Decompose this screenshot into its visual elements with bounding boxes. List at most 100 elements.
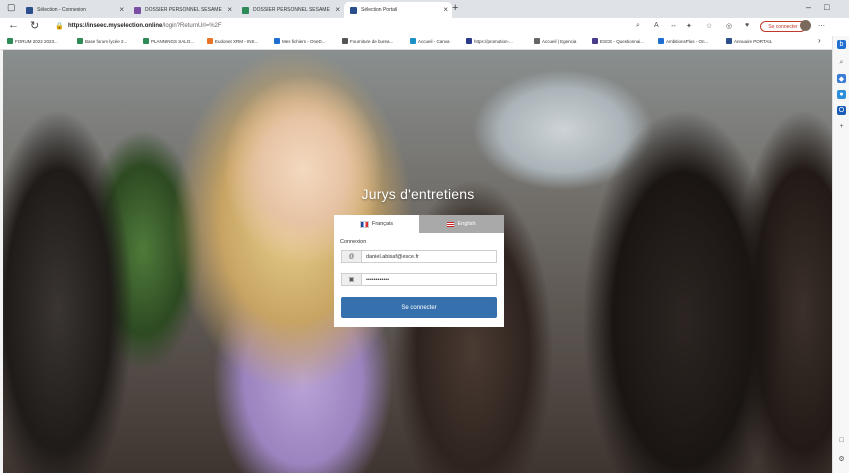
workspaces-icon[interactable]: ▢ [7, 2, 16, 13]
password-field-group: ▣ [341, 273, 497, 286]
restore-icon[interactable]: □ [824, 2, 829, 12]
bookmark-item[interactable]: Base forum lycée 2... [77, 38, 127, 44]
search-icon[interactable]: ⌕ [837, 58, 846, 67]
performance-icon[interactable]: ♥ [745, 22, 749, 29]
tab-selection-portail[interactable]: Sélection Portail × [344, 2, 452, 18]
translate-icon[interactable]: ↔ [670, 22, 677, 29]
copilot-icon[interactable]: b [837, 40, 846, 49]
bookmark-label: PLANNINGS SALO... [151, 38, 195, 44]
outlook-icon[interactable]: O [837, 106, 846, 115]
bookmark-label: Mes fichiers - OneD... [282, 38, 326, 44]
bookmark-label: Base forum lycée 2... [85, 38, 128, 44]
favicon-icon [26, 6, 33, 14]
bookmark-item[interactable]: ESCE - Questionnai... [592, 38, 644, 44]
favorites-icon[interactable]: ☆ [706, 22, 712, 30]
bookmark-item[interactable]: FORUM 2022 2023... [7, 38, 58, 44]
at-icon: @ [342, 251, 362, 262]
lock-icon: ▣ [342, 274, 362, 285]
tools-icon[interactable]: ● [837, 90, 846, 99]
bookmark-label: Accueil | Egencia [542, 38, 577, 44]
search-icon[interactable]: ⌕ [636, 22, 640, 30]
bookmark-icon [77, 38, 83, 44]
url-host: https://inseec.myselection.online [68, 23, 163, 29]
tab-label: Sélection Portail [361, 7, 398, 13]
tab-label: Sélection - Connexion [37, 7, 86, 13]
close-icon[interactable]: × [227, 5, 232, 14]
bookmark-label: AmbitionsPlus - On... [666, 38, 709, 44]
collections-icon[interactable]: ◎ [726, 22, 732, 30]
bookmark-label: FORUM 2022 2023... [15, 38, 58, 44]
favicon-icon [242, 6, 249, 14]
refresh-icon[interactable]: ↻ [30, 19, 39, 32]
tab-english-label: English [457, 221, 476, 227]
bookmark-item[interactable]: Eudonet XRM - INS... [207, 38, 258, 44]
bookmark-item[interactable]: PLANNINGS SALO... [143, 38, 194, 44]
tab-dossier-personnel-2[interactable]: DOSSIER PERSONNEL SESAME × [236, 2, 344, 18]
bookmark-icon [466, 38, 472, 44]
tab-francais[interactable]: Français [334, 215, 419, 233]
address-bar: ← ↻ 🔒 https://inseec.myselection.online/… [0, 18, 849, 36]
tab-dossier-personnel-1[interactable]: DOSSIER PERSONNEL SESAME × [128, 2, 236, 18]
email-field[interactable] [362, 251, 496, 262]
tab-selection-connexion[interactable]: Sélection - Connexion × [20, 2, 128, 18]
bookmark-icon [658, 38, 664, 44]
login-button-label: Se connecter [401, 304, 437, 311]
bookmark-label: ESCE - Questionnai... [600, 38, 645, 44]
url-path: /login?ReturnUrl=%2F [162, 23, 222, 29]
settings-icon[interactable]: ⚙ [837, 454, 846, 463]
bookmark-item[interactable]: AmbitionsPlus - On... [658, 38, 708, 44]
close-icon[interactable]: × [443, 5, 448, 14]
tab-label: DOSSIER PERSONNEL SESAME [253, 7, 330, 13]
bookmark-icon [534, 38, 540, 44]
bookmark-icon [410, 38, 416, 44]
menu-icon[interactable]: ⋯ [818, 22, 825, 30]
password-field[interactable] [362, 274, 496, 285]
back-icon[interactable]: ← [8, 19, 19, 31]
login-button[interactable]: Se connecter [341, 297, 497, 318]
page-title: Jurys d'entretiens [361, 186, 475, 202]
tab-english[interactable]: English [419, 215, 504, 233]
language-tabs: Français English [334, 215, 504, 233]
bookmark-label: Annuaire PORTAIL [734, 38, 773, 44]
sidebar-layout-icon[interactable]: □ [837, 436, 846, 445]
bookmark-item[interactable]: Accueil | Egencia [534, 38, 576, 44]
login-page: Jurys d'entretiens Français English Conn… [3, 50, 832, 473]
extension-icon[interactable]: ✦ [686, 22, 692, 30]
shopping-icon[interactable]: ◆ [837, 74, 846, 83]
bookmark-icon [143, 38, 149, 44]
bookmark-icon [342, 38, 348, 44]
tab-francais-label: Français [371, 221, 394, 227]
tab-label: DOSSIER PERSONNEL SESAME [145, 7, 222, 13]
bookmark-icon [7, 38, 13, 44]
french-flag-icon [359, 220, 369, 228]
bookmark-item[interactable]: Mes fichiers - OneD... [274, 38, 326, 44]
bookmark-item[interactable]: Annuaire PORTAIL [726, 38, 772, 44]
edge-sidebar: b ⌕ ◆ ● O + □ ⚙ [832, 36, 849, 473]
read-aloud-icon[interactable]: A [654, 22, 659, 29]
favicon-icon [134, 6, 141, 14]
avatar[interactable] [800, 20, 811, 31]
bookmark-label: Accueil - Canva [418, 38, 450, 44]
bookmark-icon [207, 38, 213, 44]
tab-strip: ▢ Sélection - Connexion × DOSSIER PERSON… [0, 0, 849, 18]
lock-icon[interactable]: 🔒 [55, 22, 64, 30]
bookmarks-bar: FORUM 2022 2023... Base forum lycée 2...… [0, 36, 849, 50]
bookmark-label: https://promotion-... [474, 38, 513, 44]
close-icon[interactable]: × [335, 5, 340, 14]
chevron-right-icon[interactable]: › [818, 36, 821, 45]
bookmark-item[interactable]: https://promotion-... [466, 38, 513, 44]
bookmark-item[interactable]: Fourniture de burea... [342, 38, 393, 44]
add-icon[interactable]: + [837, 122, 846, 131]
new-tab-icon[interactable]: + [452, 2, 458, 14]
close-icon[interactable]: × [119, 5, 124, 14]
uk-flag-icon [447, 221, 455, 227]
sign-in-label: Se connecter [768, 23, 798, 30]
url-field[interactable]: https://inseec.myselection.online/login?… [68, 23, 222, 29]
bookmark-icon [726, 38, 732, 44]
minimize-icon[interactable]: – [806, 2, 811, 12]
bookmark-label: Eudonet XRM - INS... [215, 38, 259, 44]
email-field-group: @ [341, 250, 497, 263]
bookmark-item[interactable]: Accueil - Canva [410, 38, 450, 44]
bookmark-label: Fourniture de burea... [350, 38, 394, 44]
favicon-icon [350, 6, 357, 14]
